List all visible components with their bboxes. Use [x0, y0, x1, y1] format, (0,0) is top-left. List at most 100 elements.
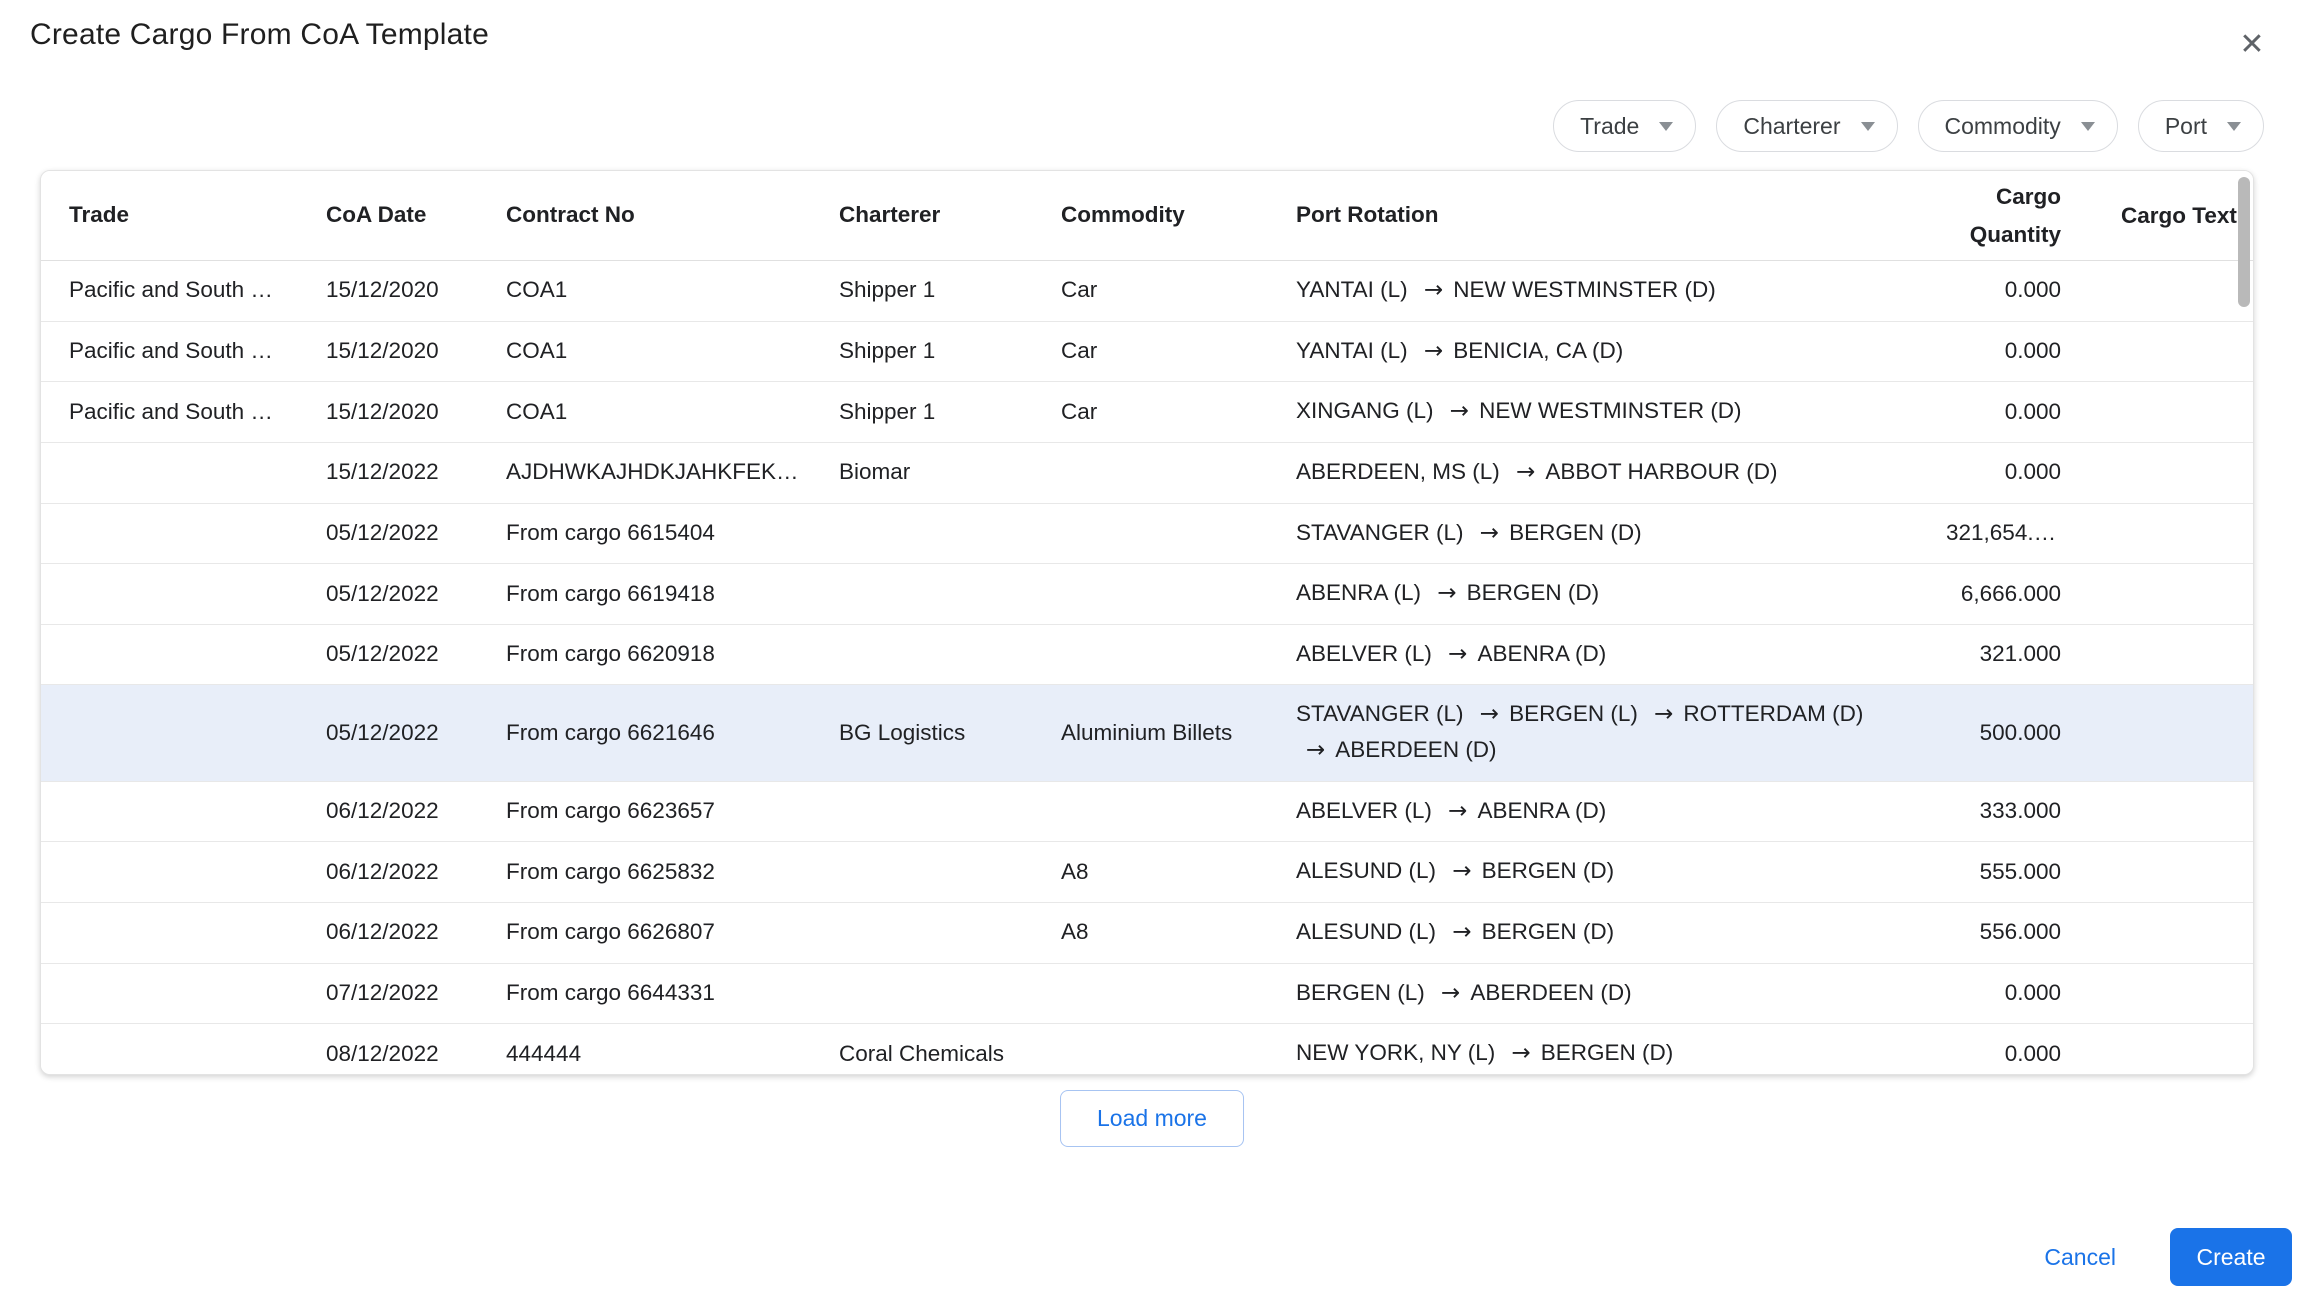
port-rotation-segment: →BERGEN (D): [1427, 580, 1599, 605]
cell-cargo-quantity: 321,654.000: [1946, 516, 2071, 551]
cell-coa-date: 15/12/2020: [326, 273, 506, 308]
chevron-down-icon: [1861, 122, 1875, 131]
cell-contract-no: From cargo 6619418: [506, 577, 839, 612]
arrow-right-icon: →: [1480, 701, 1499, 727]
port-name: BERGEN (D): [1509, 520, 1642, 545]
filter-commodity[interactable]: Commodity: [1918, 100, 2118, 152]
cell-coa-date: 08/12/2022: [326, 1037, 506, 1072]
port-rotation-segment: → BERGEN (D): [1470, 520, 1642, 545]
port-name: ABENRA (L): [1296, 580, 1421, 605]
cell-port-rotation: ALESUND (L) →BERGEN (D): [1296, 903, 1946, 963]
cell-cargo-quantity: 0.000: [1946, 976, 2071, 1011]
port-name: BERGEN (L): [1509, 701, 1638, 726]
cell-trade: Pacific and South …: [41, 395, 326, 430]
column-header-port-rotation: Port Rotation: [1296, 198, 1946, 233]
filter-trade[interactable]: Trade: [1553, 100, 1696, 152]
cell-coa-date: 06/12/2022: [326, 915, 506, 950]
cell-port-rotation: ABELVER (L) →ABENRA (D): [1296, 625, 1946, 685]
port-rotation-segment: → NEW WESTMINSTER (D): [1414, 277, 1716, 302]
port-name: STAVANGER (L): [1296, 520, 1464, 545]
filter-charterer[interactable]: Charterer: [1716, 100, 1897, 152]
port-name: XINGANG (L): [1296, 398, 1434, 423]
cell-commodity: Car: [1061, 395, 1296, 430]
cell-port-rotation: ABELVER (L) →ABENRA (D): [1296, 782, 1946, 842]
cell-commodity: A8: [1061, 915, 1296, 950]
column-header-cargo-text: Cargo Text: [2071, 197, 2254, 234]
filter-bar: Trade Charterer Commodity Port: [1553, 100, 2264, 152]
cell-port-rotation: YANTAI (L) →NEW WESTMINSTER (D): [1296, 261, 1946, 321]
cell-cargo-quantity: 556.000: [1946, 915, 2071, 950]
arrow-right-icon: →: [1441, 980, 1460, 1006]
cell-contract-no: From cargo 6625832: [506, 855, 839, 890]
table-row[interactable]: Pacific and South … 15/12/2020 COA1 Ship…: [41, 382, 2253, 443]
arrow-right-icon: →: [1654, 701, 1673, 727]
cell-charterer: Coral Chemicals: [839, 1037, 1061, 1072]
port-rotation-segment: →BERGEN (D): [1442, 919, 1614, 944]
table-row[interactable]: 05/12/2022 From cargo 6621646 BG Logisti…: [41, 685, 2253, 781]
column-header-cargo-quantity: Cargo Quantity: [1946, 178, 2071, 252]
table-row[interactable]: 05/12/2022 From cargo 6619418 ABENRA (L)…: [41, 564, 2253, 625]
cell-cargo-quantity: 6,666.000: [1946, 577, 2071, 612]
arrow-right-icon: →: [1452, 919, 1471, 945]
table-row[interactable]: 08/12/2022 444444 Coral Chemicals NEW YO…: [41, 1024, 2253, 1075]
close-icon[interactable]: ✕: [2230, 22, 2274, 66]
filter-commodity-label: Commodity: [1945, 113, 2061, 140]
arrow-right-icon: →: [1452, 858, 1471, 884]
cell-coa-date: 05/12/2022: [326, 577, 506, 612]
table-row[interactable]: Pacific and South … 15/12/2020 COA1 Ship…: [41, 261, 2253, 322]
create-button[interactable]: Create: [2170, 1228, 2292, 1286]
filter-port-label: Port: [2165, 113, 2207, 140]
table-row[interactable]: 05/12/2022 From cargo 6620918 ABELVER (L…: [41, 625, 2253, 686]
column-header-commodity: Commodity: [1061, 198, 1296, 233]
port-name: ABERDEEN (D): [1335, 737, 1496, 762]
arrow-right-icon: →: [1437, 580, 1456, 606]
table-row[interactable]: 06/12/2022 From cargo 6625832 A8 ALESUND…: [41, 842, 2253, 903]
cell-coa-date: 15/12/2022: [326, 455, 506, 490]
table-row[interactable]: 05/12/2022 From cargo 6615404 STAVANGER …: [41, 504, 2253, 565]
column-header-charterer: Charterer: [839, 198, 1061, 233]
port-name: YANTAI (L): [1296, 338, 1408, 363]
load-more-button[interactable]: Load more: [1060, 1090, 1244, 1147]
table-row[interactable]: 06/12/2022 From cargo 6626807 A8 ALESUND…: [41, 903, 2253, 964]
cancel-button[interactable]: Cancel: [2030, 1234, 2130, 1281]
port-rotation-segment: →ABENRA (D): [1438, 641, 1606, 666]
vertical-scrollbar[interactable]: [2236, 172, 2252, 1075]
coa-template-table: Trade CoA Date Contract No Charterer Com…: [40, 170, 2254, 1075]
table-row[interactable]: Pacific and South … 15/12/2020 COA1 Ship…: [41, 322, 2253, 383]
cell-contract-no: From cargo 6644331: [506, 976, 839, 1011]
arrow-right-icon: →: [1448, 641, 1467, 667]
filter-port[interactable]: Port: [2138, 100, 2264, 152]
cell-coa-date: 05/12/2022: [326, 637, 506, 672]
port-name: ABERDEEN, MS (L): [1296, 459, 1500, 484]
port-name: NEW WESTMINSTER (D): [1479, 398, 1741, 423]
port-rotation-segment: →ABENRA (D): [1438, 798, 1606, 823]
cell-cargo-quantity: 555.000: [1946, 855, 2071, 890]
cell-contract-no: COA1: [506, 395, 839, 430]
arrow-right-icon: →: [1448, 798, 1467, 824]
column-header-trade: Trade: [41, 198, 326, 233]
arrow-right-icon: →: [1511, 1040, 1530, 1066]
cell-cargo-quantity: 333.000: [1946, 794, 2071, 829]
cell-port-rotation: STAVANGER (L) →BERGEN (L) →ROTTERDAM (D)…: [1296, 685, 1946, 780]
cell-coa-date: 15/12/2020: [326, 334, 506, 369]
port-name: ABERDEEN (D): [1470, 980, 1631, 1005]
cell-contract-no: From cargo 6620918: [506, 637, 839, 672]
cell-port-rotation: ALESUND (L) →BERGEN (D): [1296, 842, 1946, 902]
cell-cargo-quantity: 321.000: [1946, 637, 2071, 672]
arrow-right-icon: →: [1480, 520, 1499, 546]
cell-coa-date: 05/12/2022: [326, 516, 506, 551]
arrow-right-icon: →: [1424, 277, 1443, 303]
port-rotation-segment: → BERGEN (L): [1470, 701, 1638, 726]
port-rotation-segment: →ROTTERDAM (D): [1644, 701, 1863, 726]
arrow-right-icon: →: [1424, 338, 1443, 364]
port-name: ABBOT HARBOUR (D): [1545, 459, 1777, 484]
filter-trade-label: Trade: [1580, 113, 1639, 140]
table-row[interactable]: 07/12/2022 From cargo 6644331 BERGEN (L)…: [41, 964, 2253, 1025]
table-row[interactable]: 15/12/2022 AJDHWKAJHDKJAHKFEK… Biomar AB…: [41, 443, 2253, 504]
cell-contract-no: From cargo 6621646: [506, 716, 839, 751]
cell-coa-date: 07/12/2022: [326, 976, 506, 1011]
scrollbar-thumb[interactable]: [2238, 177, 2250, 307]
table-row[interactable]: 06/12/2022 From cargo 6623657 ABELVER (L…: [41, 782, 2253, 843]
port-name: NEW WESTMINSTER (D): [1453, 277, 1715, 302]
cell-contract-no: COA1: [506, 334, 839, 369]
